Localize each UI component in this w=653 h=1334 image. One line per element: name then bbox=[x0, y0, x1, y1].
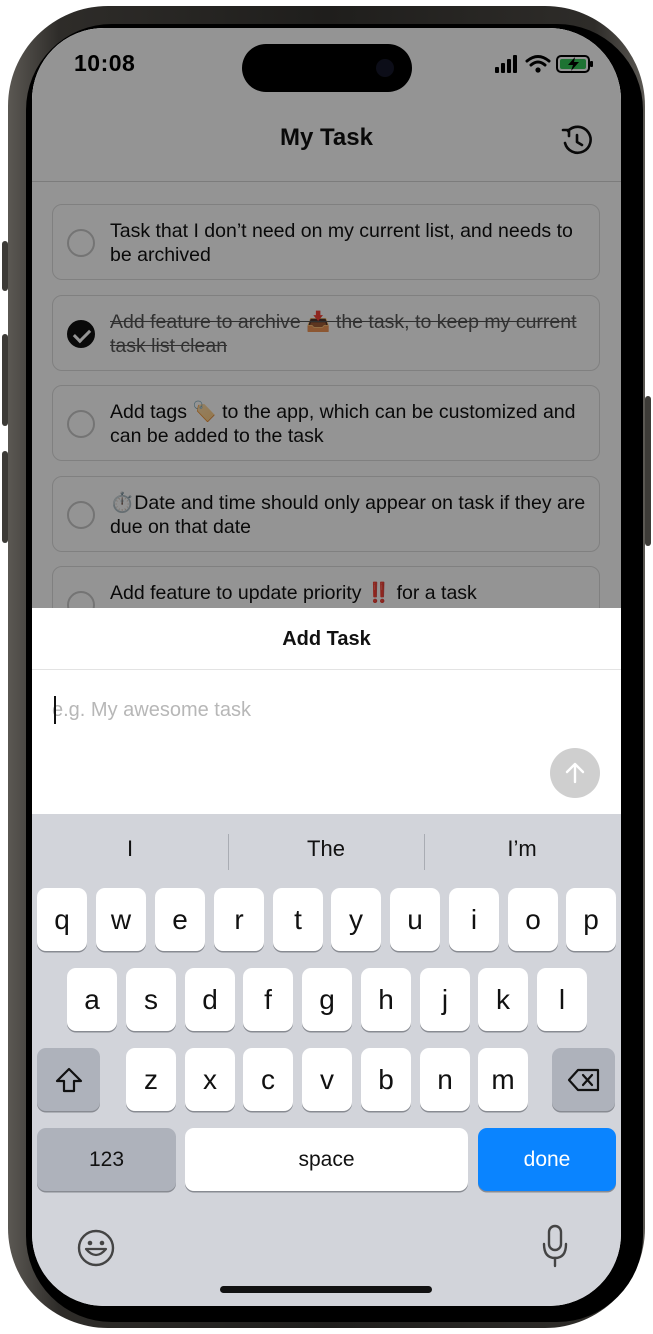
send-button[interactable] bbox=[550, 748, 600, 798]
volume-down-button bbox=[2, 451, 8, 543]
key-x[interactable]: x bbox=[185, 1048, 235, 1111]
key-t[interactable]: t bbox=[273, 888, 323, 951]
key-k[interactable]: k bbox=[478, 968, 528, 1031]
backspace-icon bbox=[567, 1068, 599, 1091]
key-z[interactable]: z bbox=[126, 1048, 176, 1111]
suggestion-item[interactable]: The bbox=[228, 836, 424, 862]
key-i[interactable]: i bbox=[449, 888, 499, 951]
key-w[interactable]: w bbox=[96, 888, 146, 951]
sheet-title: Add Task bbox=[282, 628, 371, 650]
key-j[interactable]: j bbox=[420, 968, 470, 1031]
home-indicator[interactable] bbox=[220, 1286, 432, 1293]
key-g[interactable]: g bbox=[302, 968, 352, 1031]
task-list-screen: 10:08 My Task Task that I don’t need on … bbox=[32, 28, 621, 642]
key-s[interactable]: s bbox=[126, 968, 176, 1031]
shift-key[interactable] bbox=[37, 1048, 100, 1111]
key-e[interactable]: e bbox=[155, 888, 205, 951]
key-u[interactable]: u bbox=[390, 888, 440, 951]
task-input[interactable] bbox=[52, 694, 512, 726]
screen: 10:08 My Task Task that I don’t need on … bbox=[32, 28, 621, 1306]
key-v[interactable]: v bbox=[302, 1048, 352, 1111]
key-f[interactable]: f bbox=[243, 968, 293, 1031]
done-key[interactable]: done bbox=[478, 1128, 616, 1191]
key-d[interactable]: d bbox=[185, 968, 235, 1031]
key-c[interactable]: c bbox=[243, 1048, 293, 1111]
key-b[interactable]: b bbox=[361, 1048, 411, 1111]
suggestion-item[interactable]: I’m bbox=[424, 836, 620, 862]
shift-icon bbox=[55, 1067, 82, 1092]
power-button bbox=[645, 396, 651, 546]
numbers-key[interactable]: 123 bbox=[37, 1128, 176, 1191]
suggestion-bar: I The I’m bbox=[32, 830, 621, 872]
keyboard: I The I’m q w e r t y u i o p a s d f g … bbox=[32, 814, 621, 1306]
emoji-icon[interactable] bbox=[76, 1228, 116, 1268]
microphone-icon[interactable] bbox=[540, 1222, 570, 1270]
key-y[interactable]: y bbox=[331, 888, 381, 951]
key-h[interactable]: h bbox=[361, 968, 411, 1031]
arrow-up-icon bbox=[565, 762, 585, 784]
key-p[interactable]: p bbox=[566, 888, 616, 951]
sheet-divider bbox=[32, 669, 621, 670]
text-caret bbox=[54, 696, 56, 724]
space-key[interactable]: space bbox=[185, 1128, 468, 1191]
key-m[interactable]: m bbox=[478, 1048, 528, 1111]
volume-up-button bbox=[2, 334, 8, 426]
key-r[interactable]: r bbox=[214, 888, 264, 951]
action-button bbox=[2, 241, 8, 291]
key-q[interactable]: q bbox=[37, 888, 87, 951]
delete-key[interactable] bbox=[552, 1048, 615, 1111]
add-task-sheet: Add Task bbox=[32, 608, 621, 814]
dim-overlay[interactable] bbox=[32, 28, 621, 608]
suggestion-item[interactable]: I bbox=[32, 836, 228, 862]
key-a[interactable]: a bbox=[67, 968, 117, 1031]
key-o[interactable]: o bbox=[508, 888, 558, 951]
key-n[interactable]: n bbox=[420, 1048, 470, 1111]
key-l[interactable]: l bbox=[537, 968, 587, 1031]
